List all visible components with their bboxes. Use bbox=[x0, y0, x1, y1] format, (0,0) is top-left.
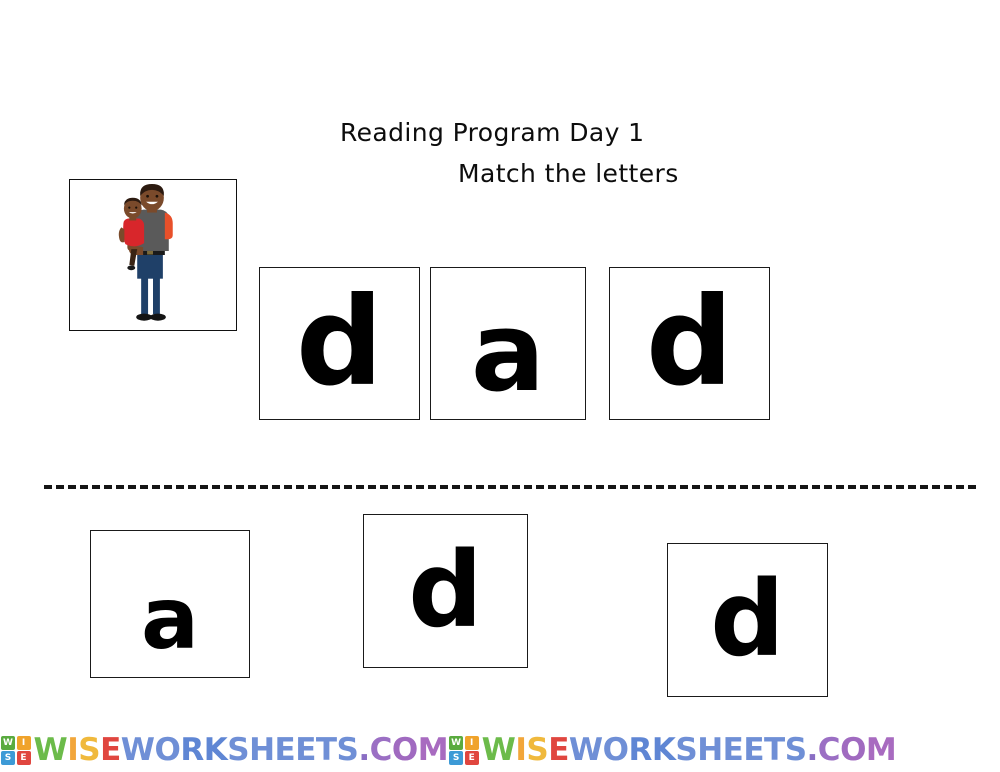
letter-glyph: d bbox=[645, 270, 734, 413]
wise-logo-cell-i: I bbox=[16, 735, 31, 750]
watermark-letter: R bbox=[628, 732, 652, 768]
watermark-letter: O bbox=[840, 732, 866, 768]
watermark-letter: C bbox=[369, 732, 393, 768]
watermark-letter: E bbox=[295, 732, 316, 768]
watermark-instance-2: WISE WISEWORKSHEETS.COM bbox=[448, 729, 897, 772]
wise-logo-cell-i: I bbox=[464, 735, 479, 750]
letter-glyph: d bbox=[408, 529, 483, 651]
page-title: Reading Program Day 1 Match the letters bbox=[340, 118, 760, 189]
letter-card-bottom-3[interactable]: d bbox=[667, 543, 828, 697]
watermark-letter: E bbox=[100, 732, 121, 768]
wise-logo-cell-s: S bbox=[449, 751, 464, 766]
watermark-letter: E bbox=[274, 732, 296, 768]
watermark-letter: S bbox=[675, 732, 698, 768]
watermark-letter: . bbox=[358, 732, 370, 768]
watermark-letter: C bbox=[817, 732, 841, 768]
watermark-letter: K bbox=[203, 732, 228, 768]
letter-glyph: a bbox=[140, 569, 200, 669]
picture-card-dad bbox=[69, 179, 237, 331]
watermark-strip: WISE WISEWORKSHEETS.COM WISE WISEWORKSHE… bbox=[0, 729, 1000, 772]
watermark-letter: M bbox=[417, 732, 449, 768]
dashed-divider bbox=[44, 485, 976, 489]
watermark-letter: I bbox=[67, 732, 79, 768]
wise-logo-icon: WISE bbox=[449, 735, 479, 766]
wise-logo-cell-w: W bbox=[1, 735, 15, 750]
letter-card-bottom-1[interactable]: a bbox=[90, 530, 250, 678]
watermark-letter: S bbox=[526, 732, 549, 768]
watermark-letter: T bbox=[764, 732, 785, 768]
watermark-letter: O bbox=[154, 732, 181, 768]
wise-logo-cell-w: W bbox=[449, 735, 464, 750]
watermark-letter: K bbox=[651, 732, 676, 768]
wise-logo-cell-e: E bbox=[464, 751, 479, 766]
watermark-instance-1: WISE WISEWORKSHEETS.COM bbox=[0, 729, 449, 772]
title-line-two: Match the letters bbox=[458, 159, 679, 188]
watermark-letter: W bbox=[33, 732, 68, 768]
watermark-letter: O bbox=[391, 732, 418, 768]
letter-glyph: a bbox=[470, 287, 546, 416]
watermark-text: WISEWORKSHEETS.COM bbox=[34, 735, 449, 766]
watermark-letter: O bbox=[602, 732, 629, 768]
letter-card-bottom-2[interactable]: d bbox=[363, 514, 528, 668]
watermark-letter: S bbox=[78, 732, 101, 768]
watermark-letter: S bbox=[227, 732, 250, 768]
watermark-letter: S bbox=[336, 732, 359, 768]
title-line-one: Reading Program Day 1 bbox=[340, 118, 645, 147]
watermark-letter: T bbox=[315, 732, 337, 768]
watermark-letter: E bbox=[722, 732, 744, 768]
letter-glyph: d bbox=[295, 270, 384, 413]
letter-card-top-3[interactable]: d bbox=[609, 267, 770, 420]
dad-holding-child-icon bbox=[70, 180, 236, 330]
watermark-letter: W bbox=[481, 732, 516, 768]
watermark-letter: I bbox=[515, 732, 527, 768]
watermark-text: WISEWORKSHEETS.COM bbox=[482, 735, 897, 766]
wise-logo-cell-e: E bbox=[16, 751, 31, 766]
watermark-letter: W bbox=[568, 732, 603, 768]
watermark-letter: E bbox=[548, 732, 569, 768]
wise-logo-icon: WISE bbox=[1, 735, 31, 766]
watermark-letter: R bbox=[180, 732, 204, 768]
watermark-letter: H bbox=[697, 732, 723, 768]
watermark-letter: W bbox=[120, 732, 155, 768]
watermark-letter: S bbox=[784, 732, 807, 768]
watermark-letter: H bbox=[249, 732, 275, 768]
letter-card-top-1[interactable]: d bbox=[259, 267, 420, 420]
watermark-letter: M bbox=[865, 732, 897, 768]
letter-glyph: d bbox=[710, 558, 785, 680]
watermark-letter: E bbox=[743, 732, 765, 768]
watermark-letter: . bbox=[806, 732, 819, 768]
wise-logo-cell-s: S bbox=[1, 751, 15, 766]
letter-card-top-2[interactable]: a bbox=[430, 267, 586, 420]
